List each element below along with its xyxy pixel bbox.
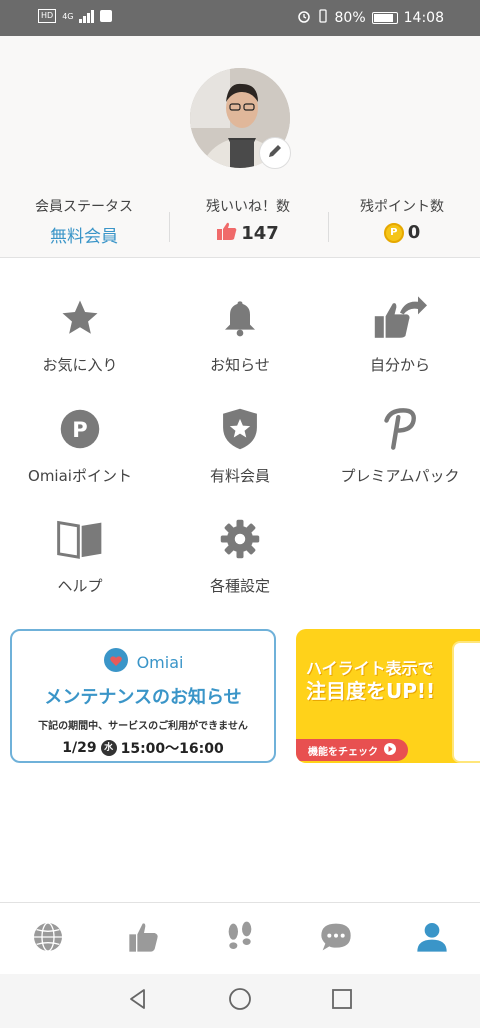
book-icon [57, 519, 103, 563]
menu-label: ヘルプ [57, 577, 103, 595]
thumbs-up-icon [128, 921, 160, 957]
tab-likes[interactable] [124, 921, 164, 957]
pencil-icon [267, 143, 283, 163]
member-status-value: 無料会員 [50, 227, 118, 247]
menu-label: お知らせ [210, 356, 270, 374]
menu-settings[interactable]: 各種設定 [160, 517, 320, 596]
gear-icon [219, 518, 261, 564]
system-nav-bar [0, 974, 480, 1028]
edit-profile-button[interactable] [259, 137, 291, 169]
check-feature-label: 機能をチェック [308, 746, 378, 758]
tab-footprints[interactable] [220, 921, 260, 957]
shield-star-icon [221, 407, 259, 455]
maintenance-time: 15:00〜16:00 [120, 741, 224, 757]
bottom-tab-bar [0, 902, 480, 974]
likes-remaining[interactable]: 残いいね！数 147 [168, 196, 328, 245]
app-notification-icon [100, 10, 113, 22]
globe-icon [32, 921, 64, 957]
points-remaining[interactable]: 残ポイント数 P 0 [322, 196, 480, 243]
thumb-arrow-icon [373, 296, 427, 344]
tab-mypage[interactable] [412, 921, 452, 957]
home-circle-icon [228, 987, 252, 1015]
check-feature-button[interactable]: 機能をチェック [296, 739, 408, 761]
status-bar: HD 4G 80% 14:08 [0, 0, 480, 36]
menu-premium-pack[interactable]: プレミアムパック [320, 407, 480, 486]
member-status-label: 会員ステータス [35, 199, 133, 215]
recents-square-icon [331, 988, 353, 1014]
coin-icon: P [383, 222, 404, 243]
bell-icon [220, 297, 260, 343]
points-value: 0 [407, 222, 421, 243]
highlight-banner[interactable]: ハイライト表示で 注目度をUP!! 機能をチェック [296, 629, 480, 763]
highlight-line2: 注目度をUP!! [306, 679, 436, 703]
member-status[interactable]: 会員ステータス 無料会員 [4, 196, 164, 247]
home-button[interactable] [227, 988, 253, 1014]
likes-label: 残いいね！数 [206, 199, 290, 215]
chat-icon [320, 921, 352, 957]
maintenance-banner[interactable]: Omiai メンテナンスのお知らせ 下記の期間中、サービスのご利用ができません … [10, 629, 276, 763]
menu-label: 有料会員 [209, 467, 270, 485]
points-icon: P [59, 408, 101, 454]
like-icon [217, 222, 237, 245]
omiai-logo-icon [103, 647, 129, 677]
menu-label: プレミアムパック [340, 467, 460, 485]
weekday-badge: 水 [100, 740, 117, 756]
menu-help[interactable]: ヘルプ [0, 517, 160, 596]
menu-sent-likes[interactable]: 自分から [320, 296, 480, 375]
banner-title: メンテナンスのお知らせ [44, 687, 242, 708]
points-label: 残ポイント数 [360, 199, 444, 215]
menu-label: お気に入り [42, 356, 118, 374]
likes-value: 147 [241, 223, 279, 244]
maintenance-date: 1/29 [62, 740, 97, 756]
back-button[interactable] [125, 988, 151, 1014]
premium-p-icon [383, 407, 417, 455]
battery-percent: 80% [334, 10, 366, 26]
brand-name: Omiai [136, 652, 184, 672]
menu-label: 自分から [369, 356, 430, 374]
person-icon [416, 921, 448, 957]
menu-omiai-points[interactable]: P Omiaiポイント [0, 407, 160, 486]
profile-header: 会員ステータス 無料会員 残いいね！数 147 残ポイント数 P 0 [0, 36, 480, 258]
menu-paid-member[interactable]: 有料会員 [160, 407, 320, 486]
alarm-icon [297, 9, 311, 27]
menu-label: 各種設定 [209, 577, 270, 595]
footprints-icon [224, 921, 256, 957]
signal-icon [79, 9, 95, 23]
star-icon [59, 297, 101, 343]
svg-text:P: P [72, 418, 87, 442]
play-arrow-icon [384, 742, 396, 758]
network-indicator: 4G [62, 11, 74, 21]
highlight-line1: ハイライト表示で [306, 659, 434, 678]
tab-messages[interactable] [316, 921, 356, 957]
hd-indicator: HD [38, 9, 57, 23]
banner-subtitle: 下記の期間中、サービスのご利用ができません [38, 721, 248, 732]
tab-search[interactable] [28, 921, 68, 957]
battery-icon [371, 12, 398, 24]
menu-favorites[interactable]: お気に入り [0, 296, 160, 375]
clock: 14:08 [403, 10, 444, 26]
menu-notifications[interactable]: お知らせ [160, 296, 320, 375]
recents-button[interactable] [329, 988, 355, 1014]
back-triangle-icon [127, 988, 149, 1014]
phone-illustration [452, 641, 480, 763]
vibrate-icon [317, 9, 329, 27]
menu-label: Omiaiポイント [28, 467, 132, 485]
